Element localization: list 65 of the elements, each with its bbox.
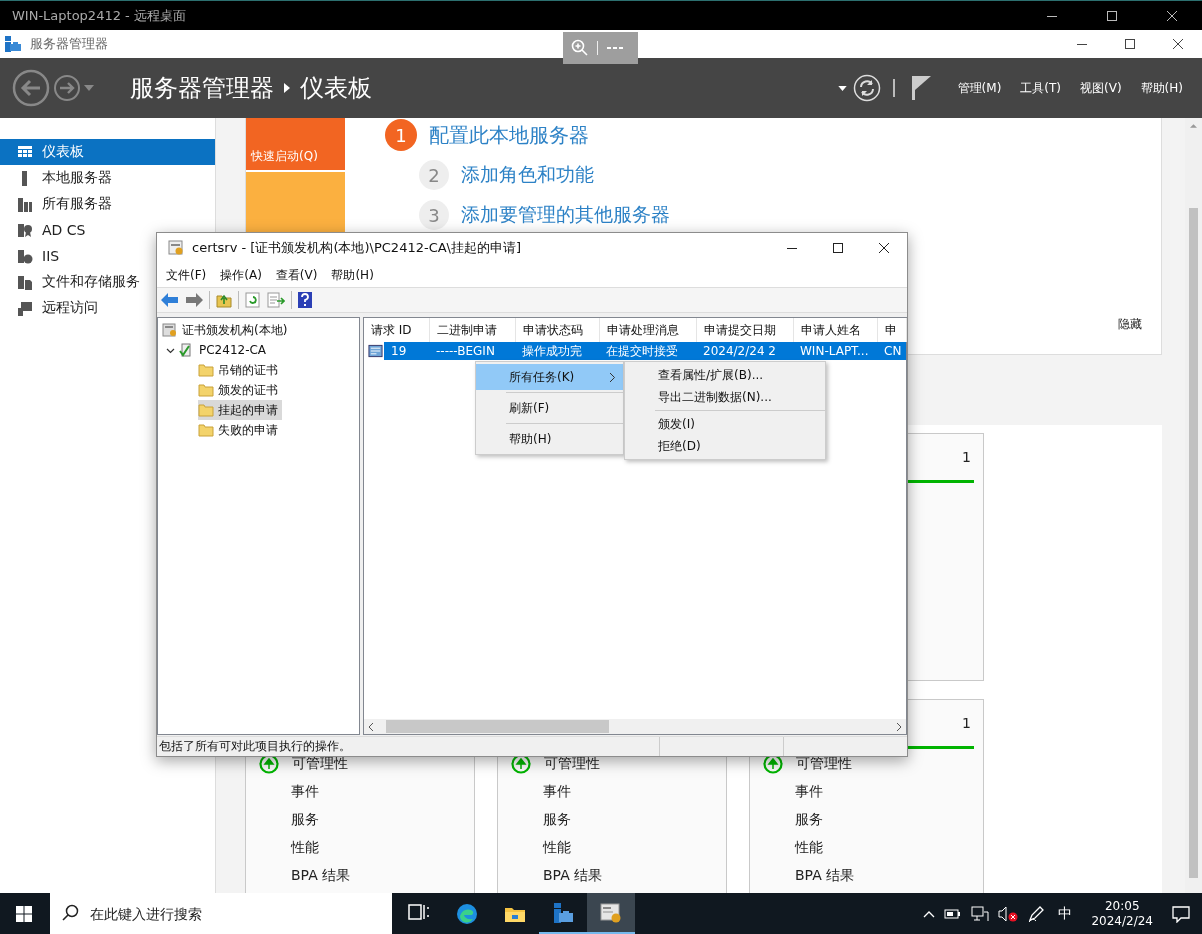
hide-link[interactable]: 隐藏 [1118,316,1142,333]
sidebar-item[interactable]: 远程访问 [0,295,215,321]
card-link[interactable]: 性能 [543,839,571,857]
app-title: 服务器管理器 [29,35,108,53]
sidebar-item[interactable]: 仪表板 [0,139,215,165]
card-link[interactable]: 性能 [291,839,319,857]
menu-item[interactable]: 管理(M) [957,79,1002,97]
sidebar-item[interactable]: 所有服务器 [0,191,215,217]
table-cell[interactable]: WIN-LAPT... [793,342,877,360]
tree-item[interactable]: 失败的申请 [198,420,282,440]
count: 1 [962,449,971,465]
card-link[interactable]: 服务 [543,811,571,829]
menu-item[interactable]: 帮助(H) [476,426,623,452]
menu-item[interactable]: 拒绝(D) [625,435,825,457]
menu-item[interactable]: 颁发(I) [625,413,825,435]
menu-item[interactable]: 帮助(H) [1140,79,1183,97]
status-label: 可管理性 [544,755,600,773]
menu-item[interactable]: 文件(F) [159,266,214,284]
card-link[interactable]: 事件 [543,783,571,801]
step-link[interactable]: 配置此本地服务器 [429,121,589,149]
card-link[interactable]: BPA 结果 [291,867,351,885]
card-link[interactable]: BPA 结果 [543,867,603,885]
step-number: 3 [419,200,449,230]
status-text: 包括了所有可对此项目执行的操作。 [158,738,352,755]
menu-item[interactable]: 所有任务(K) [476,364,623,390]
clock-date[interactable]: 2024/2/24 [1091,913,1153,929]
status-label: 可管理性 [292,755,348,773]
search-field[interactable]: 在此键入进行搜索 [50,893,392,934]
card-link[interactable]: 事件 [795,783,823,801]
tree-item[interactable]: 证书颁发机构(本地) [162,320,292,340]
table-cell[interactable]: 操作成功完 [515,342,599,360]
tree-item[interactable]: PC2412-CA [166,340,271,360]
menu-item[interactable]: 查看属性/扩展(B)... [625,364,825,386]
card-link[interactable]: 服务 [291,811,319,829]
menu-item[interactable]: 刷新(F) [476,395,623,421]
step-number: 2 [419,160,449,190]
table-cell[interactable]: -----BEGIN [429,342,515,360]
card-link[interactable]: 性能 [795,839,823,857]
count: 1 [962,715,971,731]
menu-item[interactable]: 帮助(H) [324,266,381,284]
menu-item[interactable]: 操作(A) [213,266,269,284]
step-link[interactable]: 添加角色和功能 [461,162,594,188]
card-link[interactable]: BPA 结果 [795,867,855,885]
table-cell[interactable]: 19 [384,342,429,360]
clock-time[interactable]: 20:05 [1104,898,1140,914]
status-label: 可管理性 [796,755,852,773]
table-cell[interactable]: CN [877,342,906,360]
card-link[interactable]: 服务 [795,811,823,829]
menu-item[interactable]: 导出二进制数据(N)... [625,386,825,408]
menu-item[interactable]: 查看(V) [268,266,325,284]
step-link[interactable]: 添加要管理的其他服务器 [461,202,670,228]
card-link[interactable]: 事件 [291,783,319,801]
tree-item[interactable]: 颁发的证书 [198,380,282,400]
step-number: 1 [385,119,417,151]
menu-item[interactable]: 视图(V) [1080,79,1122,97]
table-cell[interactable]: 在提交时接受 [599,342,696,360]
tree-item[interactable]: 吊销的证书 [198,360,282,380]
menu-item[interactable]: 工具(T) [1020,79,1062,97]
tree-item[interactable]: 挂起的申请 [198,400,282,420]
sidebar-item[interactable]: 本地服务器 [0,165,215,191]
breadcrumb-link[interactable]: 服务器管理器 [130,72,274,104]
input-method-indicator[interactable]: 中 [1058,904,1073,923]
page-title: 仪表板 [300,73,372,104]
table-cell[interactable]: 2024/2/24 2 [696,342,793,360]
window-title: WIN-Laptop2412 - 远程桌面 [11,6,187,25]
